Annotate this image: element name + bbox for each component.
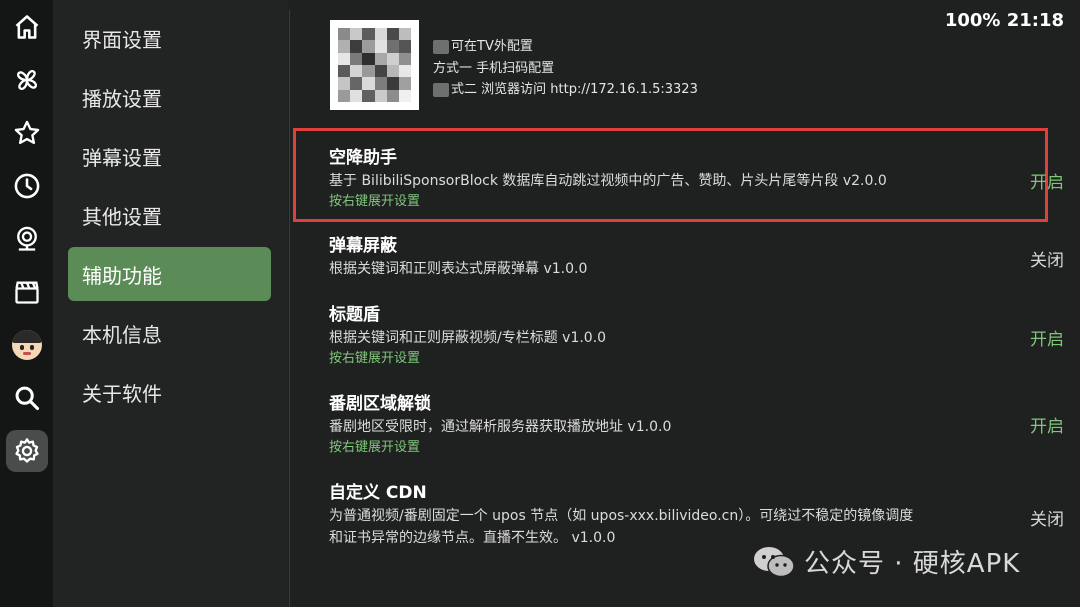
search-icon[interactable] xyxy=(6,377,48,419)
setting-toggle[interactable]: 关闭 xyxy=(1030,505,1064,530)
setting-description: 为普通视频/番剧固定一个 upos 节点（如 upos-xxx.bilivide… xyxy=(329,508,914,524)
setting-toggle[interactable]: 开启 xyxy=(1030,325,1064,350)
setting-region-unlock[interactable]: 番剧区域解锁 番剧地区受限时，通过解析服务器获取播放地址 v1.0.0 按右键展… xyxy=(329,392,1064,458)
setting-title: 弹幕屏蔽 xyxy=(329,236,397,256)
menu-item-device-info[interactable]: 本机信息 xyxy=(68,306,271,360)
setting-sponsorblock[interactable]: 空降助手 基于 BilibiliSponsorBlock 数据库自动跳过视频中的… xyxy=(329,146,1064,212)
qr-config-line1: 可在TV外配置 xyxy=(451,39,533,54)
home-icon[interactable] xyxy=(6,6,48,48)
setting-hint: 按右键展开设置 xyxy=(329,440,421,455)
qr-config-line3: 式二 浏览器访问 http://172.16.1.5:3323 xyxy=(451,82,698,97)
menu-item-about[interactable]: 关于软件 xyxy=(68,365,271,419)
wechat-logo-icon xyxy=(754,546,795,577)
battery-level: 100% xyxy=(944,10,1001,31)
watermark: 公众号 · 硬核APK xyxy=(752,543,1020,580)
menu-item-accessibility[interactable]: 辅助功能 xyxy=(68,247,271,301)
setting-description: 根据关键词和正则屏蔽视频/专栏标题 v1.0.0 xyxy=(329,330,607,346)
setting-title: 空降助手 xyxy=(329,148,397,168)
setting-description: 基于 BilibiliSponsorBlock 数据库自动跳过视频中的广告、赞助… xyxy=(329,173,887,189)
menu-item-danmaku[interactable]: 弹幕设置 xyxy=(68,129,271,183)
clock-icon[interactable] xyxy=(6,165,48,207)
setting-toggle[interactable]: 关闭 xyxy=(1030,246,1064,271)
webcam-icon[interactable] xyxy=(6,218,48,260)
clapperboard-icon[interactable] xyxy=(6,271,48,313)
qr-config-line2: 方式一 手机扫码配置 xyxy=(433,60,555,76)
setting-description: 根据关键词和正则表达式屏蔽弹幕 v1.0.0 xyxy=(329,261,588,277)
setting-hint: 按右键展开设置 xyxy=(329,194,421,209)
config-qr-code xyxy=(330,20,419,110)
setting-title-shield[interactable]: 标题盾 根据关键词和正则屏蔽视频/专栏标题 v1.0.0 按右键展开设置 开启 xyxy=(329,303,1064,369)
menu-item-playback[interactable]: 播放设置 xyxy=(68,70,271,124)
qr-config-text: 可在TV外配置 方式一 手机扫码配置 式二 浏览器访问 http://172.1… xyxy=(433,36,698,101)
setting-description: 番剧地区受限时，通过解析服务器获取播放地址 v1.0.0 xyxy=(329,419,672,435)
setting-title: 自定义 CDN xyxy=(329,483,427,503)
status-bar: 100% 21:18 xyxy=(945,10,1064,31)
setting-custom-cdn[interactable]: 自定义 CDN 为普通视频/番剧固定一个 upos 节点（如 upos-xxx.… xyxy=(329,481,1064,549)
setting-toggle[interactable]: 开启 xyxy=(1030,168,1064,193)
setting-title: 标题盾 xyxy=(329,305,380,325)
setting-toggle[interactable]: 开启 xyxy=(1030,412,1064,437)
watermark-text: 公众号 · 硬核APK xyxy=(804,549,1021,579)
avatar[interactable] xyxy=(6,324,48,366)
menu-item-interface[interactable]: 界面设置 xyxy=(68,11,271,65)
menu-item-other[interactable]: 其他设置 xyxy=(68,188,271,242)
divider xyxy=(289,10,290,607)
pinwheel-icon[interactable] xyxy=(6,59,48,101)
setting-title: 番剧区域解锁 xyxy=(329,394,431,414)
gear-icon[interactable] xyxy=(6,430,48,472)
icon-rail xyxy=(0,0,53,607)
setting-danmaku-filter[interactable]: 弹幕屏蔽 根据关键词和正则表达式屏蔽弹幕 v1.0.0 关闭 xyxy=(329,234,1064,280)
star-icon[interactable] xyxy=(6,112,48,154)
setting-hint: 按右键展开设置 xyxy=(329,351,421,366)
clock-time: 21:18 xyxy=(1006,10,1064,31)
settings-menu: 界面设置 播放设置 弹幕设置 其他设置 辅助功能 本机信息 关于软件 xyxy=(53,0,288,607)
